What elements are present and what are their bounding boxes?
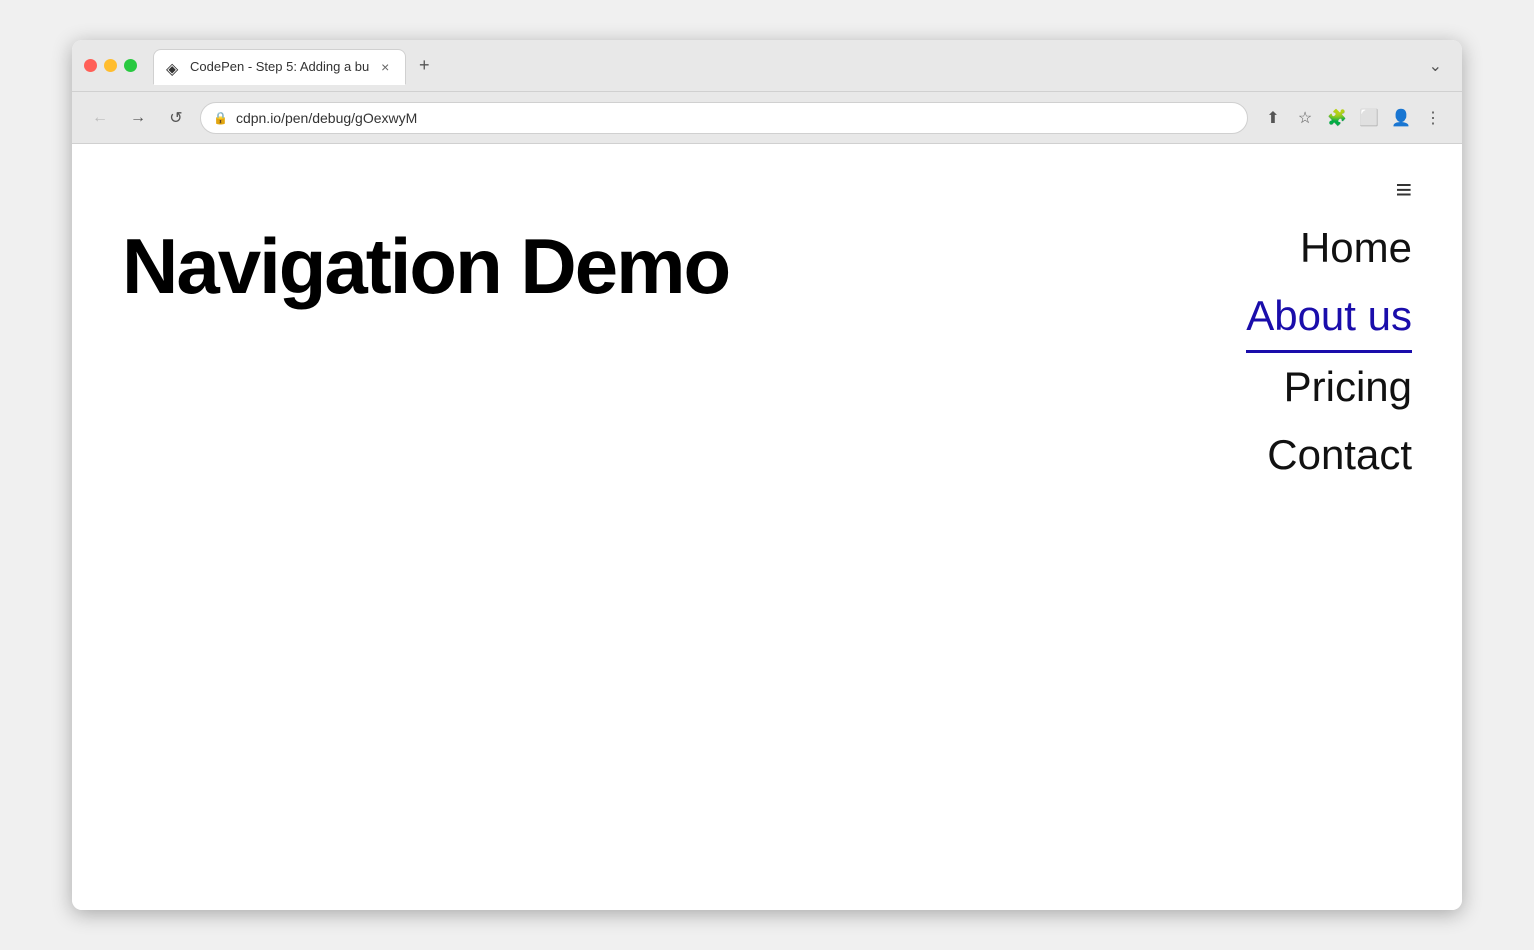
nav-item-about[interactable]: About us xyxy=(1246,282,1412,353)
tab-title: CodePen - Step 5: Adding a bu xyxy=(190,59,369,74)
new-tab-button[interactable]: + xyxy=(410,52,438,80)
page-content: Navigation Demo ≡ Home About us Pricing … xyxy=(72,144,1462,910)
maximize-traffic-light[interactable] xyxy=(124,59,137,72)
nav-item-pricing[interactable]: Pricing xyxy=(1284,353,1412,421)
page-heading: Navigation Demo xyxy=(122,224,729,310)
profile-icon: 👤 xyxy=(1391,108,1411,128)
tab-close-button[interactable]: × xyxy=(377,59,393,75)
tab-dropdown-button[interactable]: ⌄ xyxy=(1421,52,1450,80)
address-bar-input[interactable]: 🔒 cdpn.io/pen/debug/gOexwyM xyxy=(200,102,1248,134)
tab-bar: ◈ CodePen - Step 5: Adding a bu × + xyxy=(153,48,1413,84)
nav-item-contact[interactable]: Contact xyxy=(1267,421,1412,489)
browser-window: ◈ CodePen - Step 5: Adding a bu × + ⌄ ← … xyxy=(72,40,1462,910)
reload-button[interactable]: ↺ xyxy=(162,104,190,132)
share-button[interactable]: ⬆ xyxy=(1258,103,1288,133)
share-icon: ⬆ xyxy=(1266,108,1279,128)
extensions-icon: 🧩 xyxy=(1327,108,1347,128)
minimize-traffic-light[interactable] xyxy=(104,59,117,72)
bookmark-button[interactable]: ☆ xyxy=(1290,103,1320,133)
close-traffic-light[interactable] xyxy=(84,59,97,72)
traffic-lights xyxy=(84,59,137,72)
bookmark-icon: ☆ xyxy=(1298,108,1312,128)
url-display: cdpn.io/pen/debug/gOexwyM xyxy=(236,110,1235,126)
more-button[interactable]: ⋮ xyxy=(1418,103,1448,133)
address-bar: ← → ↺ 🔒 cdpn.io/pen/debug/gOexwyM ⬆ ☆ 🧩 … xyxy=(72,92,1462,144)
active-tab[interactable]: ◈ CodePen - Step 5: Adding a bu × xyxy=(153,49,406,85)
toolbar-icons: ⬆ ☆ 🧩 ⬜ 👤 ⋮ xyxy=(1258,103,1448,133)
nav-item-home[interactable]: Home xyxy=(1300,214,1412,282)
navigation-menu: ≡ Home About us Pricing Contact xyxy=(1246,174,1412,489)
reload-icon: ↺ xyxy=(169,108,182,128)
extensions-button[interactable]: 🧩 xyxy=(1322,103,1352,133)
tab-favicon: ◈ xyxy=(166,59,182,75)
split-view-button[interactable]: ⬜ xyxy=(1354,103,1384,133)
more-icon: ⋮ xyxy=(1425,108,1441,128)
lock-icon: 🔒 xyxy=(213,111,228,125)
title-bar: ◈ CodePen - Step 5: Adding a bu × + ⌄ xyxy=(72,40,1462,92)
hamburger-icon[interactable]: ≡ xyxy=(1396,174,1412,206)
back-icon: ← xyxy=(92,109,108,127)
back-button[interactable]: ← xyxy=(86,104,114,132)
forward-button[interactable]: → xyxy=(124,104,152,132)
forward-icon: → xyxy=(130,109,146,127)
split-view-icon: ⬜ xyxy=(1359,108,1379,128)
profile-button[interactable]: 👤 xyxy=(1386,103,1416,133)
